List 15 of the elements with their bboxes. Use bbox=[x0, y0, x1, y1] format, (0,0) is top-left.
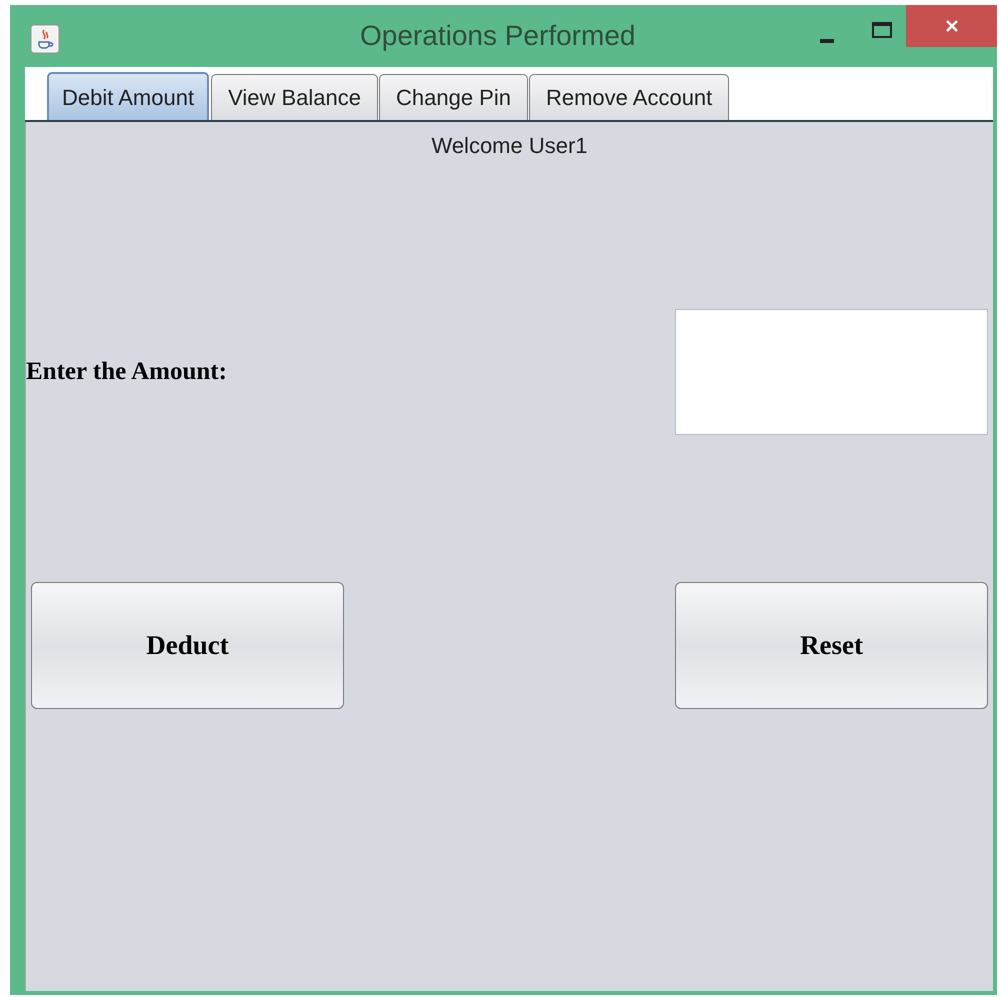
welcome-text: Welcome User1 bbox=[431, 132, 588, 160]
close-button[interactable] bbox=[906, 5, 997, 47]
window-title: Operations Performed bbox=[360, 19, 636, 53]
coffee-cup-icon bbox=[30, 24, 60, 54]
tab[interactable]: Change Pin bbox=[378, 74, 528, 120]
action-button[interactable]: Reset bbox=[675, 582, 988, 709]
tab[interactable]: View Balance bbox=[211, 74, 378, 120]
amount-field[interactable] bbox=[675, 309, 988, 435]
minimize-icon[interactable] bbox=[820, 39, 834, 43]
maximize-icon[interactable] bbox=[872, 22, 892, 38]
tab[interactable]: Remove Account bbox=[528, 74, 730, 120]
tab[interactable]: Debit Amount bbox=[47, 72, 210, 120]
close-icon bbox=[944, 19, 958, 33]
action-button[interactable]: Deduct bbox=[31, 582, 344, 709]
amount-label: Enter the Amount: bbox=[26, 357, 227, 388]
